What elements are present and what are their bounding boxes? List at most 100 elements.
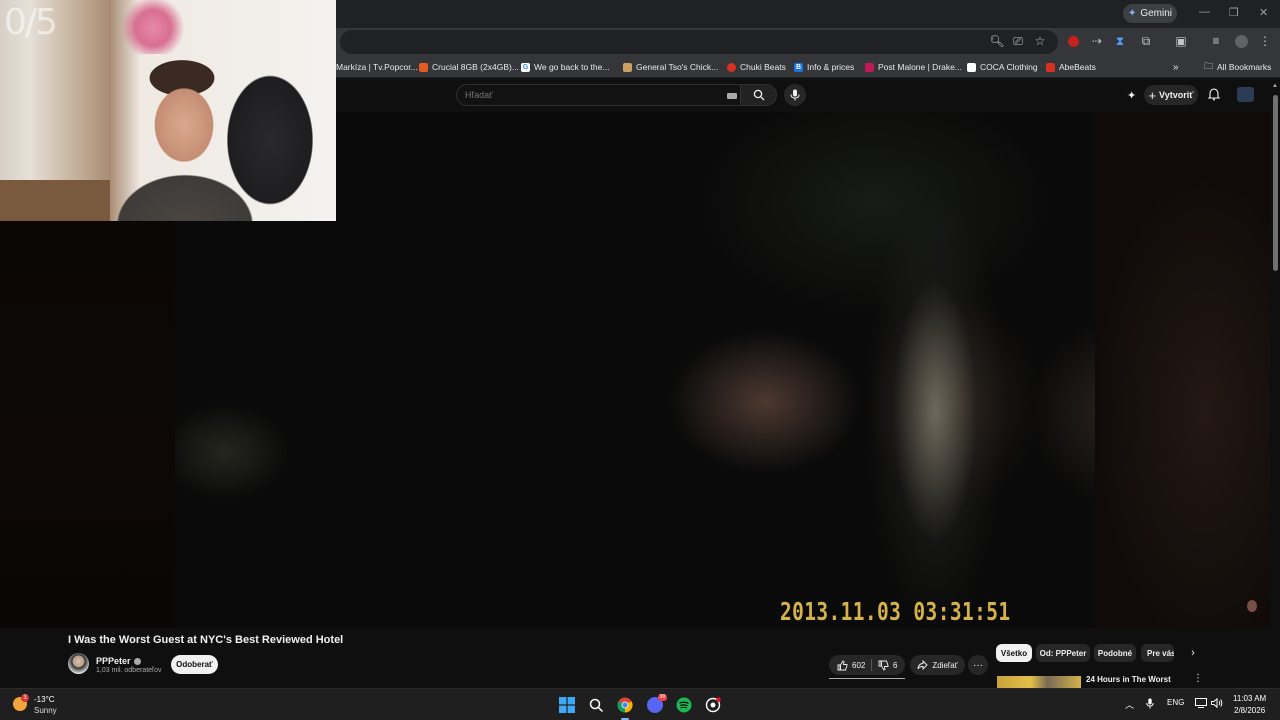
folder-icon: 🗀 <box>1204 61 1214 71</box>
recommendation-menu-icon[interactable]: ⋮ <box>1193 673 1203 684</box>
voice-search-button[interactable] <box>784 84 806 106</box>
bookmark-star-icon[interactable]: ☆ <box>1033 34 1047 48</box>
recommendation-thumbnail[interactable] <box>997 676 1081 688</box>
share-arrow-icon <box>917 660 928 670</box>
all-bookmarks-label: All Bookmarks <box>1217 62 1272 72</box>
account-avatar[interactable] <box>1237 87 1254 102</box>
bookmark-label: Post Malone | Drake... <box>878 62 962 72</box>
start-button[interactable] <box>557 695 577 715</box>
taskbar-spotify[interactable] <box>674 695 694 715</box>
restore-icon[interactable]: ❐ <box>1229 6 1239 19</box>
channel-name[interactable]: PPPeter <box>96 656 141 666</box>
bookmark-label: COCA Clothing <box>980 62 1038 72</box>
bookmark-label: Markíza | Tv.Popcor... <box>336 62 418 72</box>
search-button[interactable] <box>741 84 777 106</box>
video-corner-avatar <box>1247 600 1257 612</box>
bookmark-item[interactable]: Markíza | Tv.Popcor... <box>336 60 418 74</box>
all-bookmarks-button[interactable]: 🗀 All Bookmarks <box>1204 60 1271 74</box>
webcam-desk <box>0 180 110 221</box>
tray-overflow-chevron-icon[interactable]: ︿ <box>1125 698 1134 711</box>
share-button[interactable]: Zdieľať <box>910 655 965 675</box>
taskbar-search-button[interactable] <box>586 695 606 715</box>
video-timestamp-overlay: 2013.11.03 03:31:51 <box>780 597 1011 626</box>
channel-name-text: PPPeter <box>96 656 131 666</box>
chip-for-you[interactable]: Pre vás <box>1141 644 1174 662</box>
close-icon[interactable]: ✕ <box>1259 6 1268 19</box>
extension-gray-icon[interactable]: ⇢ <box>1090 34 1104 48</box>
chips-next-chevron-icon[interactable]: › <box>1186 646 1200 660</box>
gemini-button[interactable]: ✦ Gemini <box>1123 4 1177 23</box>
media-control-icon[interactable]: ≡ <box>1209 34 1223 48</box>
bookmark-item[interactable]: G We go back to the... <box>521 60 609 74</box>
scrollbar-thumb[interactable] <box>1273 95 1278 271</box>
dislike-button[interactable]: 6 <box>872 660 897 671</box>
keyboard-icon[interactable] <box>727 93 737 99</box>
subscribe-button[interactable]: Odoberať <box>171 655 218 674</box>
like-dislike-group: 602 6 <box>829 655 905 675</box>
sidepanel-icon[interactable]: ▣ <box>1174 34 1188 48</box>
search-input[interactable] <box>465 90 705 100</box>
profile-avatar[interactable] <box>1234 34 1248 48</box>
create-button[interactable]: + Vytvoriť <box>1144 85 1198 105</box>
tray-network-icon[interactable] <box>1195 698 1207 710</box>
thumbs-down-icon <box>878 660 889 671</box>
scroll-up-arrow-icon[interactable]: ▲ <box>1272 83 1278 89</box>
chip-related[interactable]: Podobné <box>1094 644 1136 662</box>
tray-mic-icon[interactable] <box>1146 698 1154 711</box>
taskbar-search-icon <box>589 698 603 712</box>
channel-avatar[interactable] <box>68 653 89 674</box>
subscriber-count: 1,03 mil. odberateľov <box>96 667 162 674</box>
weather-alert-badge: 3 <box>21 694 29 702</box>
bookmark-item[interactable]: AbeBeats <box>1046 60 1096 74</box>
bookmark-label: We go back to the... <box>534 62 610 72</box>
create-label: Vytvoriť <box>1159 90 1194 100</box>
webcam-overlay: 0/5 <box>0 0 336 221</box>
post-malone-favicon-icon <box>865 62 874 72</box>
like-button[interactable]: 602 <box>829 659 871 671</box>
recommendation-title[interactable]: 24 Hours in The Worst <box>1086 675 1171 684</box>
browser-menu-icon[interactable]: ⋮ <box>1258 34 1272 48</box>
clock-date[interactable]: 2/8/2026 <box>1234 706 1265 715</box>
notifications-bell-icon[interactable] <box>1207 88 1221 106</box>
verified-badge-icon <box>133 657 141 665</box>
minimize-icon[interactable]: — <box>1199 6 1210 18</box>
b-favicon-icon: B <box>794 62 803 72</box>
like-count: 602 <box>852 660 866 670</box>
language-indicator[interactable]: ENG <box>1167 698 1184 707</box>
webcam-plush-toy <box>118 0 188 54</box>
screen: ✦ Gemini — ❐ ✕ 🔍︎ ⎚ ☆ ⇢ ⧗ ⧉ ▣ ≡ ⋮ Markíz… <box>0 0 1280 720</box>
bookmark-label: AbeBeats <box>1059 62 1096 72</box>
microphone-icon <box>790 89 800 101</box>
bookmark-item[interactable]: Crucial 8GB (2x4GB)... <box>419 60 519 74</box>
bookmark-item[interactable]: B Info & prices <box>794 60 854 74</box>
bookmark-item[interactable]: General Tso's Chick... <box>623 60 718 74</box>
crucial-favicon-icon <box>419 62 428 72</box>
taskbar-discord[interactable]: 99 <box>645 694 667 715</box>
address-bar[interactable] <box>340 30 1058 54</box>
extensions-puzzle-icon[interactable]: ⧉ <box>1139 34 1153 48</box>
bookmark-item[interactable]: Chuki Beats <box>727 60 786 74</box>
bookmark-item[interactable]: COCA Clothing <box>967 60 1038 74</box>
bookmark-label: Chuki Beats <box>740 62 786 72</box>
ai-sparkle-icon[interactable]: ✦ <box>1127 89 1136 102</box>
video-info: I Was the Worst Guest at NYC's Best Revi… <box>0 628 1280 688</box>
windows-taskbar: 3 -13°C Sunny 99 ︿ ENG 11:03 AM 2/8/2026 <box>0 688 1280 720</box>
chip-all[interactable]: Všetko <box>996 644 1032 662</box>
taskbar-chrome[interactable] <box>615 695 635 720</box>
cast-icon[interactable]: ⎚ <box>1011 34 1025 48</box>
chip-from-channel[interactable]: Od: PPPeter <box>1036 644 1090 662</box>
abebeats-favicon-icon <box>1046 62 1055 72</box>
extension-blue-icon[interactable]: ⧗ <box>1113 34 1127 48</box>
page-scrollbar[interactable]: ▲ <box>1270 79 1280 688</box>
more-actions-button[interactable]: ··· <box>968 655 988 675</box>
clock-time[interactable]: 11:03 AM <box>1233 694 1266 703</box>
tray-volume-icon[interactable] <box>1211 697 1223 710</box>
steam-like-app-icon <box>705 697 721 713</box>
search-box <box>456 84 741 106</box>
zoom-icon[interactable]: 🔍︎ <box>989 34 1004 48</box>
bookmark-item[interactable]: Post Malone | Drake... <box>865 60 962 74</box>
taskbar-app-red[interactable] <box>703 695 723 715</box>
windows-logo-icon <box>559 697 575 713</box>
extension-red-icon[interactable] <box>1066 34 1080 48</box>
bookmarks-overflow-button[interactable]: » <box>1173 60 1179 74</box>
